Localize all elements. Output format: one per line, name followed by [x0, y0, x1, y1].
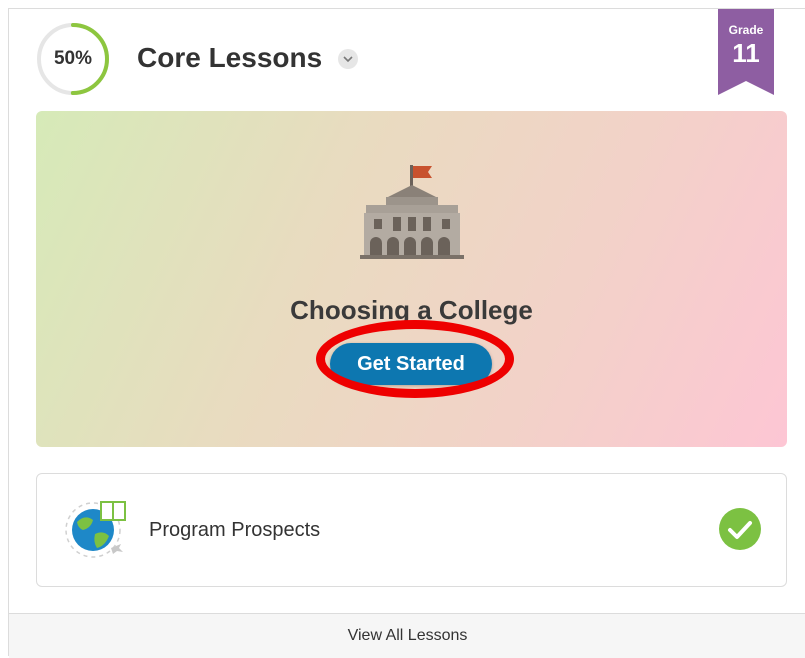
progress-ring: 50% — [35, 21, 111, 97]
grade-ribbon: Grade 11 — [718, 9, 774, 95]
featured-lesson-title: Choosing a College — [290, 295, 533, 325]
globe-book-icon — [63, 496, 129, 567]
progress-percent: 50% — [53, 48, 93, 69]
lesson-item-program-prospects[interactable]: Program Prospects — [36, 473, 787, 587]
core-lessons-card: 50% Core Lessons Grade 11 Choosing a Col… — [8, 8, 805, 658]
card-header: 50% Core Lessons Grade 11 — [9, 9, 805, 109]
grade-label: Grade — [728, 23, 764, 37]
featured-lesson-panel: Choosing a College Get Started — [36, 111, 787, 447]
college-building-icon — [360, 163, 464, 272]
get-started-button[interactable]: Get Started — [330, 343, 492, 385]
chevron-down-icon[interactable] — [338, 49, 358, 69]
grade-number: 11 — [732, 38, 760, 68]
checkmark-circle-icon — [719, 508, 761, 555]
lesson-item-label: Program Prospects — [149, 519, 321, 541]
card-title: Core Lessons — [137, 42, 323, 73]
view-all-lessons-link[interactable]: View All Lessons — [9, 613, 805, 658]
